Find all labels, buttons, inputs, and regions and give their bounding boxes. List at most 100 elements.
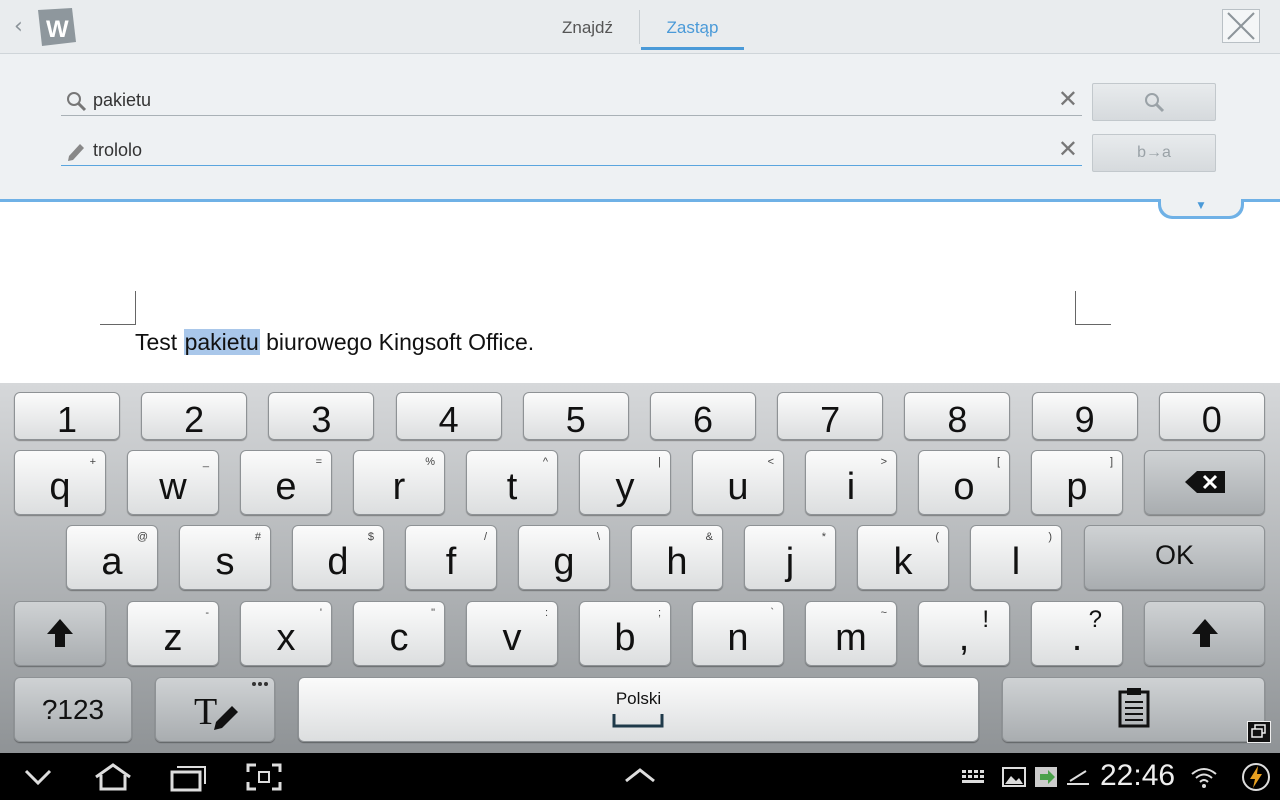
number-key[interactable]: 2 — [141, 392, 248, 440]
letter-key[interactable]: p] — [1031, 450, 1123, 515]
letter-key[interactable]: h & — [631, 525, 723, 590]
document-canvas[interactable]: Test pakietu biurowego Kingsoft Office. — [0, 205, 1280, 383]
top-bar: ‹ W Znajdź Zastąp — [0, 0, 1280, 54]
letter-key[interactable]: i > — [805, 450, 897, 515]
letter-key[interactable]: o[ — [918, 450, 1010, 515]
letter-key[interactable]: k( — [857, 525, 949, 590]
key-alt-symbol: + — [89, 456, 96, 468]
key-label: b — [614, 617, 636, 659]
shift-key-right[interactable] — [1144, 601, 1265, 666]
app-logo-icon[interactable]: W — [32, 6, 78, 48]
number-key[interactable]: 0 — [1158, 392, 1265, 440]
recent-apps-icon[interactable] — [168, 762, 208, 792]
key-label: s — [215, 541, 235, 583]
clear-replace-icon[interactable]: ✕ — [1058, 136, 1078, 162]
letter-key[interactable]: v: — [466, 601, 558, 666]
key-label: v — [502, 617, 522, 659]
text-after: biurowego Kingsoft Office. — [259, 329, 535, 355]
tab-find[interactable]: Znajdź — [540, 14, 635, 50]
close-button[interactable] — [1222, 9, 1260, 43]
key-alt-symbol: \ — [596, 531, 600, 543]
number-key[interactable]: 7 — [777, 392, 884, 440]
backspace-key[interactable] — [1144, 450, 1265, 515]
key-label: z — [163, 617, 183, 659]
usb-debug-icon — [1067, 770, 1089, 785]
margin-mark-left — [100, 291, 136, 325]
number-key[interactable]: 4 — [395, 392, 502, 440]
number-key[interactable]: 9 — [1031, 392, 1138, 440]
number-key[interactable]: 8 — [904, 392, 1011, 440]
replace-icon: b→a — [1137, 144, 1171, 161]
key-label: . — [1071, 617, 1083, 659]
number-key[interactable]: 3 — [268, 392, 375, 440]
document-text-line[interactable]: Test pakietu biurowego Kingsoft Office. — [135, 329, 534, 356]
search-button[interactable] — [1092, 83, 1216, 121]
number-key[interactable]: 1 — [14, 392, 120, 440]
key-label: w — [159, 466, 187, 508]
hide-keyboard-chevron-icon[interactable] — [20, 765, 56, 789]
replace-button[interactable]: b→a — [1092, 134, 1216, 172]
letter-key[interactable]: z- — [127, 601, 219, 666]
shift-key-left[interactable] — [14, 601, 106, 666]
letter-key[interactable]: b; — [579, 601, 671, 666]
key-alt-symbol: > — [880, 456, 887, 468]
number-key[interactable]: 5 — [522, 392, 629, 440]
letter-key[interactable]: u < — [692, 450, 784, 515]
double-chevron-down-icon: ▼ — [1161, 199, 1241, 216]
replace-input-value[interactable]: trololo — [93, 140, 142, 161]
text-before: Test — [135, 329, 184, 355]
letter-key[interactable]: q + — [14, 450, 106, 515]
letter-key[interactable]: x ' — [240, 601, 332, 666]
key-label: x — [276, 617, 296, 659]
letter-key[interactable]: j * — [744, 525, 836, 590]
floating-keyboard-toggle[interactable] — [1247, 721, 1271, 743]
collapse-panel-button[interactable]: ▼ — [1158, 199, 1244, 219]
ok-key[interactable]: OK — [1084, 525, 1265, 590]
letter-key[interactable]: m ~ — [805, 601, 897, 666]
text-settings-key[interactable]: T — [155, 677, 275, 742]
screenshot-icon[interactable] — [246, 763, 282, 791]
letter-key[interactable]: g \ — [518, 525, 610, 590]
letter-key[interactable]: e = — [240, 450, 332, 515]
letter-key[interactable]: l) — [970, 525, 1062, 590]
letter-key[interactable]: f / — [405, 525, 497, 590]
letter-key[interactable]: r% — [353, 450, 445, 515]
key-alt-symbol: $ — [367, 531, 374, 543]
key-label: 8 — [947, 399, 968, 440]
punctuation-key[interactable]: ,! — [918, 601, 1010, 666]
number-key[interactable]: 6 — [650, 392, 756, 440]
text-edit-icon: T — [194, 682, 268, 733]
letter-key[interactable]: c " — [353, 601, 445, 666]
clock: 22:46 — [1100, 759, 1176, 792]
find-field[interactable]: pakietu ✕ — [61, 86, 1082, 116]
letter-key[interactable]: s # — [179, 525, 271, 590]
tab-replace[interactable]: Zastąp — [641, 14, 744, 50]
replace-field[interactable]: trololo ✕ — [61, 136, 1082, 166]
key-label: j — [785, 541, 795, 583]
key-label: 5 — [565, 399, 586, 440]
clipboard-key[interactable] — [1002, 677, 1265, 742]
letter-key[interactable]: a @ — [66, 525, 158, 590]
home-icon[interactable] — [90, 762, 136, 792]
chevron-up-icon[interactable] — [620, 765, 660, 787]
letter-key[interactable]: w _ — [127, 450, 219, 515]
back-chevron-icon[interactable]: ‹ — [14, 14, 23, 39]
search-match-highlight[interactable]: pakietu — [183, 329, 260, 355]
key-label: q — [49, 466, 71, 508]
letter-key[interactable]: d $ — [292, 525, 384, 590]
find-input-value[interactable]: pakietu — [93, 90, 151, 111]
key-alt-symbol: ; — [657, 607, 661, 619]
logo-letter: W — [46, 16, 69, 43]
key-label: c — [389, 617, 409, 659]
key-label: 2 — [184, 399, 205, 440]
letter-key[interactable]: y | — [579, 450, 671, 515]
key-label: 4 — [438, 399, 459, 440]
key-alt-symbol: ~ — [880, 607, 887, 619]
punctuation-key[interactable]: .? — [1031, 601, 1123, 666]
clear-find-icon[interactable]: ✕ — [1058, 86, 1078, 112]
letter-key[interactable]: t ^ — [466, 450, 558, 515]
symbols-key[interactable]: ?123 — [14, 677, 132, 742]
overlapping-windows-icon — [1251, 724, 1266, 738]
space-key[interactable]: Polski — [298, 677, 979, 742]
letter-key[interactable]: n ` — [692, 601, 784, 666]
